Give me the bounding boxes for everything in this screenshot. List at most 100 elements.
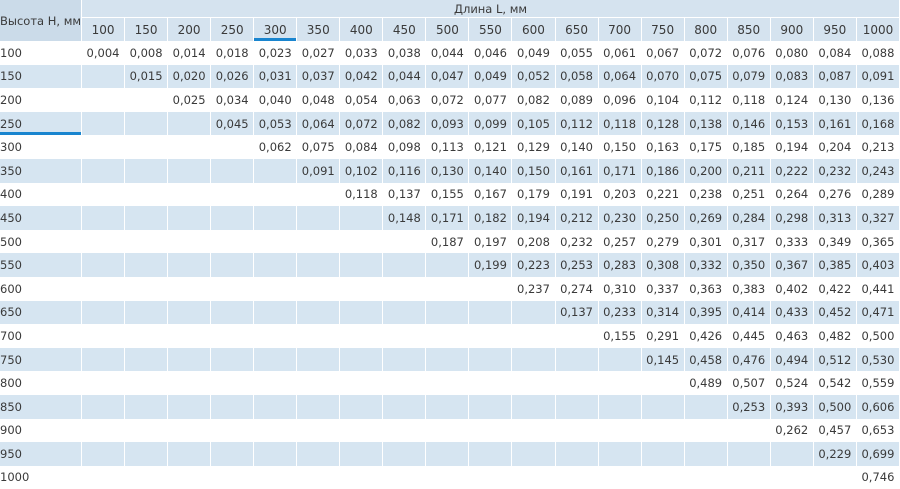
length-column-header[interactable]: 150 [125, 18, 169, 41]
length-column-header[interactable]: 300 [254, 18, 298, 41]
table-cell [82, 324, 126, 348]
row-height-label[interactable]: 200 [0, 88, 82, 112]
table-cell [168, 158, 212, 183]
length-column-header[interactable]: 500 [426, 18, 470, 41]
table-cell: 0,422 [814, 276, 857, 301]
table-cell: 0,367 [770, 253, 814, 277]
length-column-header[interactable]: 950 [813, 18, 857, 41]
row-height-label[interactable]: 550 [0, 253, 82, 277]
row-height-label[interactable]: 600 [0, 276, 82, 301]
length-column-header[interactable]: 600 [512, 18, 556, 41]
row-height-label[interactable]: 850 [0, 394, 82, 419]
length-column-header[interactable]: 700 [598, 18, 642, 41]
table-cell: 0,084 [340, 135, 384, 159]
length-column-header[interactable]: 250 [211, 18, 255, 41]
table-cell [211, 465, 255, 489]
length-column-header[interactable]: 100 [82, 18, 126, 41]
table-cell [340, 324, 384, 348]
table-cell [211, 347, 255, 372]
table-cell [383, 253, 427, 277]
table-cell: 0,047 [426, 64, 470, 89]
table-cell [125, 371, 169, 395]
table-cell [125, 111, 169, 136]
length-column-header[interactable]: 450 [383, 18, 427, 41]
table-cell [340, 371, 384, 395]
table-row: 850 0,253 0,393 0,500 0,606 [0, 394, 900, 419]
row-height-label[interactable]: 400 [0, 182, 82, 207]
table-cell: 0,393 [770, 394, 814, 419]
table-cell [383, 442, 427, 466]
table-cell [125, 465, 169, 489]
table-cell: 0,042 [340, 64, 384, 89]
row-height-label[interactable]: 450 [0, 206, 82, 230]
row-height-label[interactable]: 250 [0, 111, 82, 136]
row-height-label[interactable]: 350 [0, 158, 82, 183]
length-column-header[interactable]: 350 [297, 18, 341, 41]
table-cell [340, 253, 384, 277]
table-cell [254, 371, 298, 395]
length-column-header[interactable]: 900 [770, 18, 814, 41]
table-cell [297, 182, 341, 207]
length-column-header[interactable]: 800 [684, 18, 728, 41]
table-cell [340, 300, 384, 325]
row-height-label[interactable]: 900 [0, 418, 82, 443]
table-cell [728, 465, 771, 489]
length-column-header[interactable]: 1000 [856, 18, 900, 41]
length-column-header[interactable]: 200 [168, 18, 212, 41]
row-height-label[interactable]: 700 [0, 324, 82, 348]
row-height-label[interactable]: 150 [0, 64, 82, 89]
table-row: 700 0,155 0,291 0,426 0,445 0,463 0,482 0,500 [0, 324, 900, 348]
table-cell: 0,067 [642, 41, 685, 65]
table-cell: 0,349 [814, 229, 857, 254]
row-height-label[interactable]: 650 [0, 300, 82, 325]
table-cell [512, 371, 556, 395]
table-cell [168, 394, 212, 419]
table-cell: 0,008 [125, 41, 169, 65]
table-cell [168, 442, 212, 466]
row-height-label[interactable]: 950 [0, 442, 82, 466]
table-cell [383, 394, 427, 419]
table-cell: 0,080 [771, 41, 814, 65]
table-cell: 0,232 [556, 229, 599, 254]
length-column-header[interactable]: 650 [555, 18, 599, 41]
table-cell: 0,221 [642, 182, 685, 207]
table-cell [685, 418, 728, 443]
table-cell: 0,489 [685, 371, 728, 395]
table-cell: 0,015 [125, 64, 169, 89]
length-column-header[interactable]: 400 [340, 18, 384, 41]
table-cell [168, 465, 212, 489]
table-cell: 0,337 [642, 276, 685, 301]
length-column-header[interactable]: 550 [469, 18, 513, 41]
table-cell: 0,168 [856, 111, 900, 136]
table-cell [82, 229, 126, 254]
table-cell [168, 135, 212, 159]
table-cell [254, 276, 298, 301]
length-column-header[interactable]: 850 [727, 18, 771, 41]
table-cell: 0,250 [641, 206, 685, 230]
table-cell [599, 465, 642, 489]
table-cell: 0,314 [641, 300, 685, 325]
table-cell [297, 229, 341, 254]
table-cell [82, 442, 126, 466]
table-cell: 0,403 [856, 253, 900, 277]
row-height-label[interactable]: 300 [0, 135, 82, 159]
table-cell: 0,186 [641, 158, 685, 183]
table-cell: 0,023 [254, 41, 298, 65]
row-height-label[interactable]: 100 [0, 41, 82, 65]
table-cell [125, 442, 169, 466]
table-cell: 0,118 [340, 182, 384, 207]
row-height-label[interactable]: 1000 [0, 465, 82, 489]
table-cell [469, 418, 513, 443]
table-cell: 0,053 [254, 111, 298, 136]
row-height-label[interactable]: 500 [0, 229, 82, 254]
table-cell: 0,072 [685, 41, 728, 65]
table-cell: 0,082 [512, 88, 556, 112]
table-cell: 0,083 [770, 64, 814, 89]
table-cell [598, 394, 642, 419]
table-row: 550 0,199 0,223 0,253 0,283 0,308 0,332 0,350 0,… [0, 253, 900, 277]
row-height-label[interactable]: 800 [0, 371, 82, 395]
table-cell [641, 394, 685, 419]
length-column-header[interactable]: 750 [641, 18, 685, 41]
row-height-label[interactable]: 750 [0, 347, 82, 372]
table-cell: 0,034 [211, 88, 255, 112]
